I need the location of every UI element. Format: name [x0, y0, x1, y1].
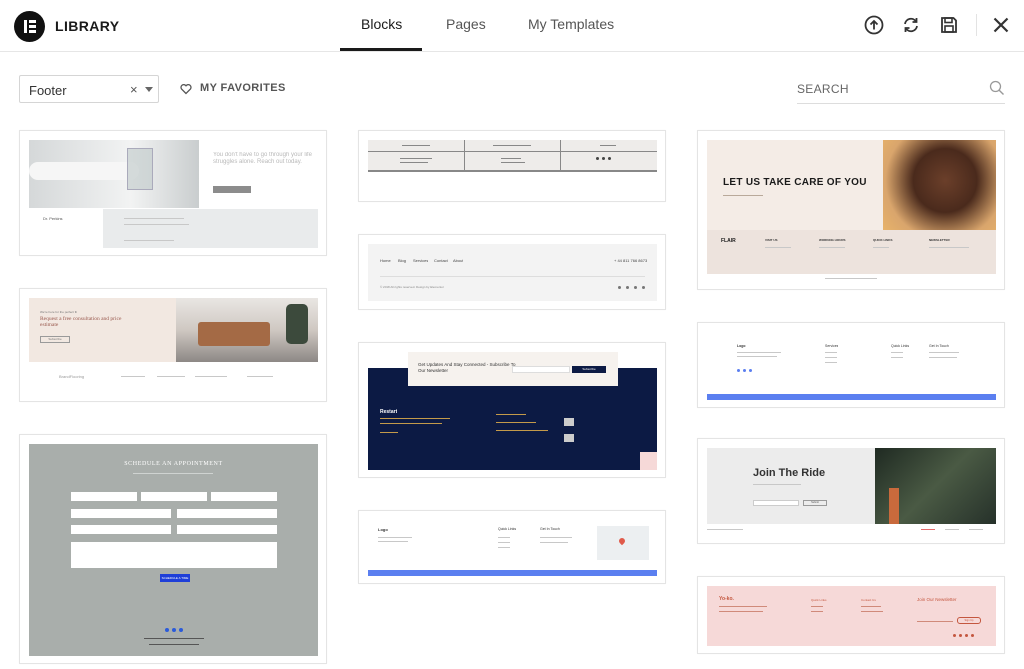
card-col-visit: VISIT US — [765, 238, 778, 242]
footer-phone: + 44 811 766 8673 — [614, 258, 648, 263]
card-headline: Request a free consultation and price es… — [40, 316, 122, 328]
card-brand: Yo-ko. — [719, 596, 734, 602]
footer-nav-services: Services — [413, 258, 429, 263]
template-thumbnail: LET US TAKE CARE OF YOU FLAIR VISIT US W… — [707, 140, 996, 282]
tab-pages[interactable]: Pages — [446, 16, 486, 32]
footer-copyright: © 2018 All rights reserved. Design by El… — [380, 285, 444, 289]
card-cta: Subscribe — [40, 336, 70, 343]
card-cta: Submit — [803, 500, 827, 506]
search-input[interactable] — [797, 80, 977, 98]
template-thumbnail: Logo Quick Links Get In Touch — [368, 520, 657, 576]
card-footer-title: Restart — [380, 409, 398, 415]
template-thumbnail: Join The Ride Submit — [707, 448, 996, 536]
card-col-quick-links: Quick Links — [498, 527, 517, 531]
category-select[interactable]: Footer × — [19, 75, 159, 103]
hero-band: Join The Ride Submit — [707, 448, 875, 524]
card-headline: LET US TAKE CARE OF YOU — [723, 177, 867, 188]
card-col-quick-links: Quick Links — [811, 598, 827, 602]
template-card-therapist-footer[interactable]: You don't have to go through your life s… — [19, 130, 327, 256]
card-headline: Get Updates And Stay Connected - Subscri… — [418, 362, 516, 373]
accent-bar — [707, 394, 996, 400]
template-thumbnail — [368, 140, 657, 172]
tab-my-templates[interactable]: My Templates — [528, 16, 614, 32]
category-select-value: Footer — [29, 83, 67, 98]
template-card-appointment-form[interactable]: SCHEDULE AN APPOINTMENT SCHEDULE A TIME — [19, 434, 327, 664]
library-title: LIBRARY — [55, 18, 120, 34]
accent-bar — [368, 570, 657, 576]
card-col-get-in-touch: Get In Touch — [929, 344, 949, 348]
template-card-join-the-ride[interactable]: Join The Ride Submit — [697, 438, 1005, 544]
hero-band: LET US TAKE CARE OF YOU — [707, 140, 883, 230]
photo-placeholder — [176, 298, 318, 362]
card-headline: Join The Ride — [753, 467, 826, 479]
card-title: SCHEDULE AN APPOINTMENT — [124, 461, 223, 467]
footer-nav-contact: Contact — [434, 258, 448, 263]
search-box — [797, 76, 1005, 104]
portrait-photo — [883, 140, 996, 230]
save-icon[interactable] — [938, 14, 960, 36]
footer-band — [103, 209, 318, 248]
template-thumbnail: Yo-ko. Quick Links Contact Us Join Our N… — [707, 586, 996, 646]
footer-nav-home: Home — [380, 258, 391, 263]
card-cta — [213, 186, 251, 193]
card-brand: BrandFlooring — [59, 374, 85, 379]
sync-icon[interactable] — [900, 14, 922, 36]
template-card-beauty-footer[interactable]: LET US TAKE CARE OF YOU FLAIR VISIT US W… — [697, 130, 1005, 290]
library-header: LIBRARY Blocks Pages My Templates — [0, 0, 1024, 52]
template-thumbnail: SCHEDULE AN APPOINTMENT SCHEDULE A TIME — [29, 444, 318, 656]
template-card-newsletter-footer[interactable]: Get Updates And Stay Connected - Subscri… — [358, 342, 666, 478]
card-logo: Logo — [737, 344, 746, 348]
card-name: Dr. Perkins — [43, 216, 63, 221]
upload-icon[interactable] — [863, 14, 885, 36]
card-col-contact: Contact Us — [861, 598, 876, 602]
card-cta: Sign Up — [957, 617, 981, 624]
template-thumbnail: We're here for the perfect fit Request a… — [29, 298, 318, 394]
hero-band: We're here for the perfect fit Request a… — [29, 298, 176, 362]
active-tab-indicator — [340, 48, 422, 51]
card-cta: Subscribe — [572, 366, 606, 373]
card-brand: FLAIR — [721, 238, 736, 244]
close-icon[interactable] — [990, 14, 1012, 36]
template-thumbnail: Get Updates And Stay Connected - Subscri… — [368, 352, 657, 470]
footer-nav-blog: Blog — [398, 258, 407, 263]
newsletter-box: Get Updates And Stay Connected - Subscri… — [408, 352, 618, 386]
template-thumbnail: Logo Services Quick Links Get In Touch — [707, 332, 996, 400]
footer-band: FLAIR VISIT US WORKING HOURS QUICK LINKS… — [707, 230, 996, 274]
clear-selection-icon[interactable]: × — [130, 82, 138, 97]
card-col-links: QUICK LINKS — [873, 238, 893, 242]
photo-placeholder — [29, 140, 199, 208]
template-card-nav-footer[interactable]: Home Blog Services Contact About + 44 81… — [358, 234, 666, 310]
template-card-pink-newsletter[interactable]: Yo-ko. Quick Links Contact Us Join Our N… — [697, 576, 1005, 654]
card-col-get-in-touch: Get In Touch — [540, 527, 560, 531]
card-kicker: We're here for the perfect fit — [40, 310, 78, 314]
card-col-quick-links: Quick Links — [891, 344, 910, 348]
search-icon[interactable] — [989, 80, 1005, 96]
template-thumbnail: You don't have to go through your life s… — [29, 140, 318, 248]
template-card-blue-bar-footer[interactable]: Logo Services Quick Links Get In Touch — [697, 322, 1005, 408]
template-card-grid-footer[interactable] — [358, 130, 666, 202]
my-favorites-label: MY FAVORITES — [200, 82, 286, 94]
photo-placeholder — [875, 448, 996, 524]
card-cta: SCHEDULE A TIME — [160, 574, 190, 582]
elementor-logo-icon — [14, 11, 45, 42]
footer-nav-about: About — [453, 258, 464, 263]
header-divider — [976, 14, 977, 36]
card-headline: You don't have to go through your life s… — [213, 152, 312, 165]
card-newsletter-title: Join Our Newsletter — [917, 597, 957, 602]
heart-icon — [180, 84, 192, 95]
card-col-newsletter: NEWSLETTER — [929, 238, 950, 242]
card-logo: Logo — [378, 527, 388, 532]
template-card-map-footer[interactable]: Logo Quick Links Get In Touch — [358, 510, 666, 584]
chevron-down-icon[interactable] — [145, 87, 153, 92]
card-col-hours: WORKING HOURS — [819, 238, 846, 242]
template-thumbnail: Home Blog Services Contact About + 44 81… — [368, 244, 657, 301]
template-card-flooring-footer[interactable]: We're here for the perfect fit Request a… — [19, 288, 327, 402]
tab-blocks[interactable]: Blocks — [361, 16, 402, 32]
card-col-services: Services — [825, 344, 839, 348]
map-placeholder — [597, 526, 649, 560]
